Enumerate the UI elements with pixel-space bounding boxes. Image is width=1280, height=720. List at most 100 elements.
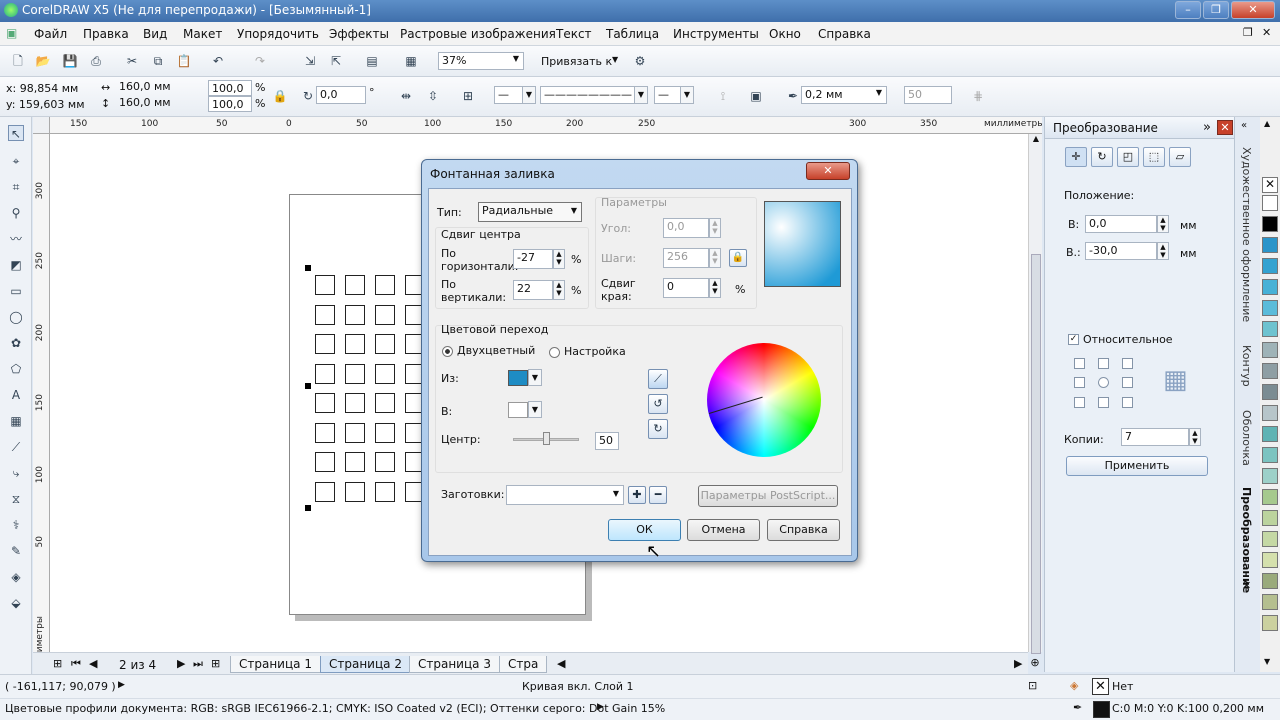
- export-icon[interactable]: ⇱: [328, 53, 344, 69]
- vertical-position-field[interactable]: -30,0: [1085, 242, 1157, 260]
- fill-none-swatch[interactable]: ✕: [1092, 678, 1109, 695]
- anchor-center[interactable]: [1098, 377, 1109, 388]
- grid-square[interactable]: [345, 304, 365, 325]
- menu-view[interactable]: Вид: [143, 27, 167, 41]
- palette-swatch[interactable]: [1262, 195, 1278, 211]
- angle-field[interactable]: 0,0: [663, 218, 709, 238]
- anchor-middle-right[interactable]: [1122, 377, 1133, 388]
- horizontal-offset-field[interactable]: -27: [513, 249, 553, 269]
- vertical-scroll-thumb[interactable]: [1031, 254, 1041, 654]
- vertical-scrollbar[interactable]: ▲: [1028, 134, 1042, 654]
- from-color-dropdown[interactable]: ▼: [528, 369, 542, 386]
- start-arrow-dropdown[interactable]: ▼: [522, 86, 536, 104]
- anchor-top-left[interactable]: [1074, 358, 1085, 369]
- tab-page-4[interactable]: Стра: [499, 656, 547, 673]
- mdi-restore-icon[interactable]: ❐: [1243, 26, 1253, 39]
- last-page-icon[interactable]: ⏭: [193, 657, 203, 671]
- palette-up-icon[interactable]: ▲: [1264, 119, 1270, 128]
- grid-snap-icon[interactable]: ⋕: [970, 88, 986, 104]
- scale-y-field[interactable]: 100,0: [208, 96, 252, 112]
- text-wrap-icon[interactable]: ⟟: [715, 88, 731, 104]
- open-icon[interactable]: 📂: [35, 53, 51, 69]
- grid-square[interactable]: [375, 422, 395, 443]
- end-arrow-select[interactable]: —: [654, 86, 682, 104]
- palette-swatch[interactable]: [1262, 363, 1278, 379]
- add-page-after-icon[interactable]: ⊞: [211, 657, 220, 670]
- freehand-tool-icon[interactable]: 〰: [8, 231, 24, 247]
- menu-window[interactable]: Окно: [769, 27, 801, 41]
- navigator-icon[interactable]: ⊕: [1028, 656, 1042, 672]
- palette-swatch[interactable]: [1262, 384, 1278, 400]
- welcome-screen-icon[interactable]: ▦: [403, 53, 419, 69]
- palette-swatch[interactable]: [1262, 258, 1278, 274]
- scale-mode-icon[interactable]: ◰: [1117, 147, 1139, 167]
- grid-square[interactable]: [315, 481, 335, 502]
- basic-shapes-icon[interactable]: ⬠: [8, 361, 24, 377]
- palette-swatch[interactable]: [1262, 237, 1278, 253]
- anchor-bottom-right[interactable]: [1122, 397, 1133, 408]
- end-arrow-dropdown[interactable]: ▼: [680, 86, 694, 104]
- anchor-bottom-left[interactable]: [1074, 397, 1085, 408]
- mirror-vertical-icon[interactable]: ⇳: [425, 88, 441, 104]
- scale-x-field[interactable]: 100,0: [208, 80, 252, 96]
- menu-text[interactable]: Текст: [556, 27, 592, 41]
- grid-square[interactable]: [315, 363, 335, 384]
- mid-point-slider[interactable]: [543, 432, 550, 445]
- palette-swatch[interactable]: [1262, 405, 1278, 421]
- close-button[interactable]: ✕: [1231, 1, 1275, 19]
- palette-swatch[interactable]: [1262, 531, 1278, 547]
- paste-icon[interactable]: 📋: [176, 53, 192, 69]
- grid-square[interactable]: [345, 393, 365, 413]
- table-tool-icon[interactable]: ▦: [8, 413, 24, 429]
- two-color-radio[interactable]: [442, 346, 453, 357]
- help-button[interactable]: Справка: [767, 519, 840, 541]
- tabs-close-icon[interactable]: ✕: [1242, 579, 1251, 592]
- start-arrow-select[interactable]: —: [494, 86, 524, 104]
- outline-width-select[interactable]: 0,2 мм ▼: [801, 86, 887, 104]
- palette-swatch[interactable]: [1262, 216, 1278, 232]
- palette-swatch[interactable]: [1262, 552, 1278, 568]
- align-icon[interactable]: ⊞: [460, 88, 476, 104]
- tab-transformations[interactable]: Преобразование: [1240, 487, 1253, 593]
- to-color-dropdown[interactable]: ▼: [528, 401, 542, 418]
- tab-page-2[interactable]: Страница 2: [320, 656, 411, 673]
- snap-dropdown-icon[interactable]: ▼: [612, 55, 618, 64]
- dimension-tool-icon[interactable]: ⟋: [8, 439, 24, 455]
- size-mode-icon[interactable]: ⬚: [1143, 147, 1165, 167]
- apply-button[interactable]: Применить: [1066, 456, 1208, 476]
- palette-swatch[interactable]: [1262, 615, 1278, 631]
- print-icon[interactable]: ⎙: [88, 53, 104, 69]
- import-icon[interactable]: ⇲: [302, 53, 318, 69]
- connector-tool-icon[interactable]: ⤷: [8, 465, 24, 481]
- scroll-left-icon[interactable]: ◀: [557, 657, 565, 670]
- save-icon[interactable]: 💾: [62, 53, 78, 69]
- grid-square[interactable]: [345, 363, 365, 384]
- grid-square[interactable]: [345, 481, 365, 502]
- to-front-icon[interactable]: ▣: [748, 88, 764, 104]
- outline-tool-icon[interactable]: ✎: [8, 543, 24, 559]
- interactive-fill-icon[interactable]: ⬙: [8, 595, 24, 611]
- docker-close-icon[interactable]: ✕: [1217, 120, 1233, 135]
- custom-radio[interactable]: [549, 347, 560, 358]
- vertical-spinner[interactable]: ▲ ▼: [1157, 242, 1169, 260]
- steps-lock-icon[interactable]: 🔒: [729, 249, 747, 267]
- relative-checkbox[interactable]: ✓: [1068, 334, 1079, 345]
- rotation-angle-field[interactable]: 0,0: [316, 86, 366, 104]
- add-page-before-icon[interactable]: ⊞: [53, 657, 62, 670]
- fill-tool-icon[interactable]: ◈: [8, 569, 24, 585]
- undo-icon[interactable]: ↶: [210, 53, 226, 69]
- vertical-ruler[interactable]: 300 250 200 150 100 50 миллиметры: [33, 134, 50, 674]
- cancel-button[interactable]: Отмена: [687, 519, 760, 541]
- grid-square[interactable]: [375, 363, 395, 384]
- copies-field[interactable]: 7: [1121, 428, 1189, 446]
- grid-square[interactable]: [375, 334, 395, 354]
- dialog-close-button[interactable]: ✕: [806, 162, 850, 180]
- to-color-swatch[interactable]: [508, 402, 528, 418]
- smart-fill-icon[interactable]: ◩: [8, 257, 24, 273]
- profiles-expand-icon[interactable]: ▶: [597, 702, 604, 712]
- coords-expand-icon[interactable]: ▶: [118, 680, 125, 690]
- rectangle-tool-icon[interactable]: ▭: [8, 283, 24, 299]
- menu-file[interactable]: Файл: [34, 27, 67, 41]
- postscript-options-button[interactable]: Параметры PostScript...: [698, 485, 838, 507]
- application-launcher-icon[interactable]: ▤: [364, 53, 380, 69]
